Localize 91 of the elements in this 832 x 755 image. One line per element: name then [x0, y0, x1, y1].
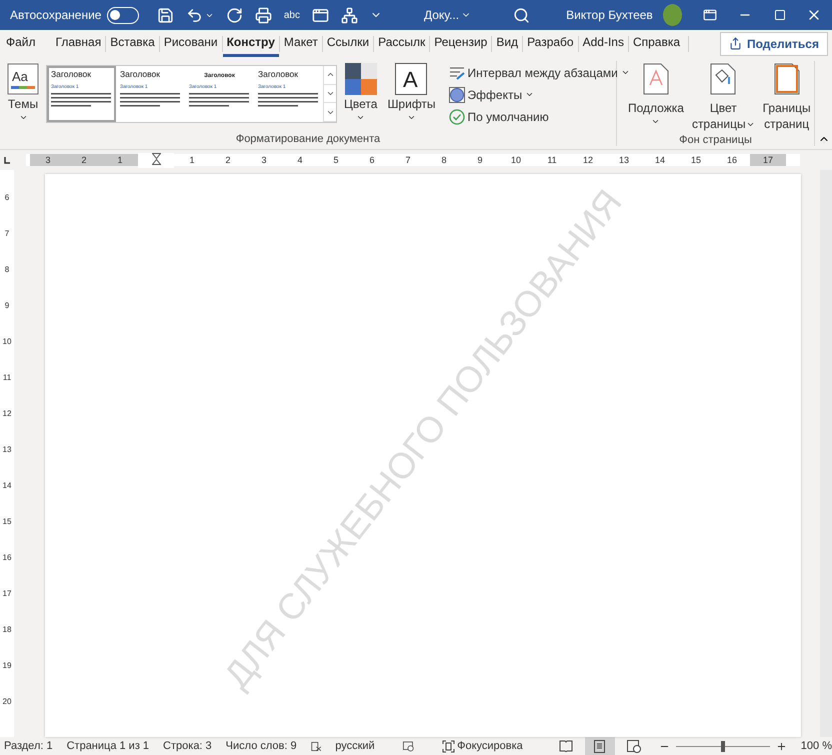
- ribbon-tab[interactable]: Рисовани: [160, 30, 222, 57]
- page-icon: [594, 740, 606, 752]
- proofing-icon[interactable]: [310, 740, 322, 752]
- ribbon-tab[interactable]: Рассылк: [374, 30, 430, 57]
- ruler-number: 6: [4, 192, 10, 204]
- text-lines-icon: [258, 91, 318, 109]
- section-status[interactable]: Раздел: 1: [4, 740, 53, 752]
- font-icon: A: [395, 63, 428, 95]
- ribbon-tab[interactable]: Разрабо: [523, 30, 578, 57]
- book-icon: [558, 740, 573, 752]
- tab-selector-icon[interactable]: [2, 155, 12, 165]
- share-button[interactable]: Поделиться: [720, 32, 828, 56]
- language-status[interactable]: русский: [335, 740, 375, 752]
- ribbon-tab[interactable]: Макет: [280, 30, 322, 57]
- printer-icon: [254, 6, 272, 24]
- group-label: Фон страницы: [678, 133, 753, 147]
- ribbon-tab[interactable]: Add-Ins: [578, 30, 628, 57]
- ruler-number: 15: [2, 516, 12, 528]
- ruler-number: 16: [2, 552, 12, 564]
- autosave-label: Автосохранение: [10, 8, 102, 22]
- redo-icon: [226, 6, 243, 24]
- maximize-icon: [774, 9, 786, 21]
- ribbon-tab[interactable]: Вставка: [106, 30, 159, 57]
- ribbon-tab[interactable]: Рецензир: [430, 30, 492, 57]
- zoom-level[interactable]: 100 %: [800, 740, 832, 752]
- ruler-number: 17: [750, 154, 786, 166]
- watermark-page-icon: [642, 63, 669, 95]
- ruler-number: 10: [2, 336, 12, 348]
- caret-icon: [406, 113, 416, 122]
- caret-icon: [525, 90, 534, 99]
- undo-icon: [186, 6, 203, 24]
- ruler-number: 13: [2, 444, 12, 456]
- themes-icon: Aa: [7, 63, 39, 95]
- colors-button[interactable]: Цвета: [341, 63, 380, 122]
- ruler-number: 3: [30, 154, 66, 166]
- page-border-icon: [774, 63, 800, 95]
- ruler-number: 9: [4, 300, 10, 312]
- color-squares-icon: [344, 63, 377, 95]
- caret-icon: [326, 89, 334, 98]
- zoom-in-icon[interactable]: [776, 740, 787, 752]
- word-count[interactable]: Число слов: 9: [226, 740, 297, 752]
- caret-icon: [18, 113, 28, 122]
- ribbon-tab[interactable]: Вид: [492, 30, 522, 57]
- ribbon-tab[interactable]: Главная: [52, 30, 106, 57]
- line-status[interactable]: Строка: 3: [163, 740, 212, 752]
- focus-button[interactable]: Фокусировка: [442, 740, 523, 752]
- page-borders-button[interactable]: Границы страниц: [760, 63, 814, 131]
- check-circle-icon: [448, 108, 465, 124]
- ribbon-tab[interactable]: Справка: [628, 30, 684, 57]
- paragraph-spacing-icon: [448, 66, 465, 80]
- effects-icon: [448, 86, 465, 102]
- share-icon: [728, 37, 742, 50]
- window-icon: [312, 6, 329, 24]
- themes-button[interactable]: Aa Темы: [4, 63, 42, 122]
- view-button[interactable]: [584, 737, 615, 755]
- ribbon-tab[interactable]: Файл: [2, 30, 40, 57]
- globe-page-icon: [626, 740, 641, 752]
- caret-icon: [651, 117, 660, 126]
- search-icon: [513, 6, 530, 24]
- user-name: Виктор Бухтеев: [566, 8, 653, 22]
- ruler-number: 19: [2, 660, 12, 672]
- ruler-number: 14: [2, 480, 12, 492]
- ruler-number: 8: [4, 264, 10, 276]
- window-icon: [702, 8, 717, 22]
- hierarchy-icon: [340, 6, 358, 24]
- caret-icon: [620, 68, 630, 77]
- ruler-number: 2: [66, 154, 102, 166]
- ruler-number: 7: [4, 228, 10, 240]
- group-label: Форматирование документа: [234, 132, 382, 146]
- ruler-number: 18: [2, 624, 12, 636]
- fonts-button[interactable]: A Шрифты: [384, 63, 439, 122]
- text-lines-icon: [189, 91, 249, 109]
- text-lines-icon: [51, 91, 111, 109]
- save-icon: [156, 6, 174, 24]
- page-status[interactable]: Страница 1 из 1: [66, 740, 150, 752]
- spelling-button[interactable]: abc: [284, 4, 300, 26]
- document-title[interactable]: Доку...: [424, 4, 472, 26]
- indent-marker-icon[interactable]: [152, 152, 160, 164]
- ruler-number: 11: [2, 372, 12, 384]
- focus-icon: [442, 740, 456, 752]
- text-lines-icon: [120, 91, 180, 109]
- ruler-number: 12: [2, 408, 12, 420]
- paint-page-icon: [710, 63, 736, 95]
- macro-record-icon[interactable]: [402, 740, 414, 752]
- ruler-number: 1: [102, 154, 138, 166]
- ruler-number: 17: [2, 588, 12, 600]
- page-color-button[interactable]: Цвет страницы: [688, 63, 758, 131]
- autosave-toggle[interactable]: [107, 6, 139, 24]
- ribbon-tab[interactable]: Ссылки: [322, 30, 374, 57]
- ruler-number: 20: [2, 696, 12, 708]
- caret-icon: [356, 113, 366, 122]
